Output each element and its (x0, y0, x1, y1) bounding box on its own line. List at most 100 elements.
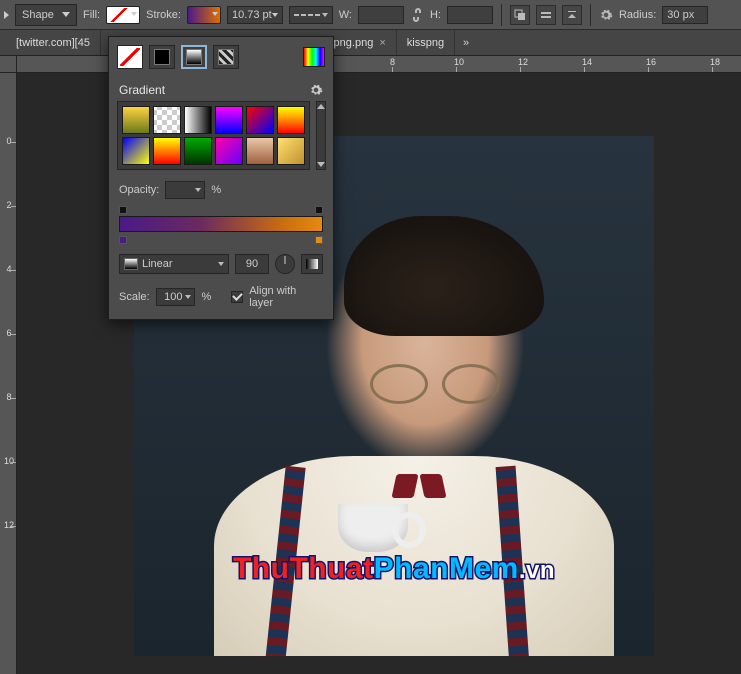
gradient-angle-dial[interactable] (275, 254, 295, 274)
document-tab[interactable]: kisspng (397, 30, 455, 55)
opacity-stop[interactable] (315, 206, 323, 214)
gradient-preset[interactable] (246, 137, 274, 165)
gradient-angle-field[interactable]: 90 (235, 254, 269, 274)
gradient-style-select[interactable]: Linear (119, 254, 229, 274)
fill-type-solid-button[interactable] (149, 45, 175, 69)
chevron-down-icon (62, 12, 70, 18)
path-operations-button[interactable] (510, 5, 530, 25)
align-with-layer-checkbox[interactable] (231, 291, 243, 303)
gradient-editor[interactable] (119, 206, 323, 244)
gear-icon[interactable] (599, 8, 613, 22)
gradient-preset[interactable] (277, 106, 305, 134)
tab-label: [twitter.com][45 (16, 37, 90, 49)
scale-label: Scale: (119, 291, 150, 303)
fill-type-gradient-button[interactable] (181, 45, 207, 69)
gradient-bar[interactable] (119, 216, 323, 232)
gradient-preset[interactable] (215, 106, 243, 134)
fill-label: Fill: (83, 9, 100, 21)
fill-type-row (109, 37, 333, 77)
stroke-dash-select[interactable] (289, 6, 333, 24)
stroke-swatch[interactable] (187, 6, 221, 24)
gradient-preset[interactable] (153, 137, 181, 165)
opacity-label: Opacity: (119, 184, 159, 196)
tab-label: kisspng (407, 37, 444, 49)
ruler-tick-label: 12 (518, 57, 528, 67)
chevron-down-icon (218, 262, 224, 266)
watermark-part: PhanMem (374, 552, 519, 585)
gradient-preset[interactable] (153, 106, 181, 134)
ruler-tick-label: 2 (2, 200, 16, 210)
gear-icon[interactable] (309, 83, 323, 97)
fill-type-pattern-button[interactable] (213, 45, 239, 69)
radius-field[interactable]: 30 px (662, 6, 708, 24)
opacity-stop[interactable] (119, 206, 127, 214)
chevron-down-icon (272, 13, 278, 17)
ruler-tick-label: 8 (390, 57, 395, 67)
stroke-width-value: 10.73 pt (232, 9, 272, 21)
close-icon[interactable]: × (379, 37, 385, 49)
ruler-tick-label: 0 (2, 136, 16, 146)
canvas-image (338, 504, 408, 552)
path-arrangement-button[interactable] (562, 5, 582, 25)
tool-mode-select[interactable]: Shape (15, 4, 77, 26)
watermark-part: .vn (519, 557, 555, 584)
gradient-preset[interactable] (122, 106, 150, 134)
scroll-up-icon[interactable] (317, 104, 325, 109)
link-dimensions-icon[interactable] (410, 8, 424, 22)
ruler-tick-label: 6 (2, 328, 16, 338)
gradient-preset[interactable] (277, 137, 305, 165)
height-field[interactable] (447, 6, 493, 24)
opacity-unit: % (211, 184, 221, 196)
ruler-tick-label: 14 (582, 57, 592, 67)
watermark-text: ThuThuatPhanMem.vn (134, 552, 654, 586)
gradient-preset[interactable] (215, 137, 243, 165)
scale-value: 100 (164, 291, 182, 303)
ruler-tick-label: 16 (646, 57, 656, 67)
opacity-row: Opacity: % (109, 176, 333, 204)
linear-gradient-icon (124, 258, 138, 270)
gradient-style-row: Linear 90 (109, 250, 333, 280)
document-tab[interactable]: [twitter.com][45 (6, 30, 101, 55)
chevron-down-icon (212, 12, 218, 16)
radius-value: 30 px (667, 9, 694, 21)
radius-label: Radius: (619, 9, 656, 21)
scale-unit: % (201, 291, 211, 303)
gradient-preset[interactable] (184, 137, 212, 165)
ruler-tick-label: 12 (2, 520, 16, 530)
width-field[interactable] (358, 6, 404, 24)
color-picker-button[interactable] (303, 47, 325, 67)
gradient-section-header: Gradient (109, 77, 333, 101)
path-alignment-button[interactable] (536, 5, 556, 25)
ruler-vertical[interactable]: 0 2 4 6 8 10 12 (0, 73, 17, 674)
gradient-preset-grid (117, 101, 310, 170)
gradient-angle-value: 90 (246, 258, 258, 270)
height-label: H: (430, 9, 441, 21)
ruler-tick-label: 4 (2, 264, 16, 274)
watermark-part: ThuThuat (233, 552, 374, 585)
opacity-field[interactable] (165, 181, 205, 199)
ruler-tick-label: 8 (2, 392, 16, 402)
ruler-origin[interactable] (0, 56, 17, 73)
gradient-preset[interactable] (246, 106, 274, 134)
ruler-tick-label: 10 (454, 57, 464, 67)
tool-preset-dropdown-icon[interactable] (4, 11, 9, 19)
tabs-overflow-button[interactable]: » (455, 30, 477, 55)
stroke-width-field[interactable]: 10.73 pt (227, 6, 283, 24)
gradient-presets (109, 101, 333, 176)
color-stop[interactable] (315, 236, 323, 244)
gradient-preset[interactable] (122, 137, 150, 165)
fill-type-none-button[interactable] (117, 45, 143, 69)
preset-scrollbar[interactable] (316, 101, 326, 170)
scale-field[interactable]: 100 (156, 288, 196, 306)
ruler-tick-label: 10 (2, 456, 16, 466)
reverse-gradient-button[interactable] (301, 254, 323, 274)
canvas-image (370, 364, 500, 398)
width-label: W: (339, 9, 352, 21)
fill-swatch[interactable] (106, 6, 140, 24)
tool-mode-label: Shape (22, 9, 54, 21)
separator (590, 4, 591, 26)
scroll-down-icon[interactable] (317, 162, 325, 167)
chevron-down-icon (195, 188, 201, 192)
gradient-preset[interactable] (184, 106, 212, 134)
color-stop[interactable] (119, 236, 127, 244)
